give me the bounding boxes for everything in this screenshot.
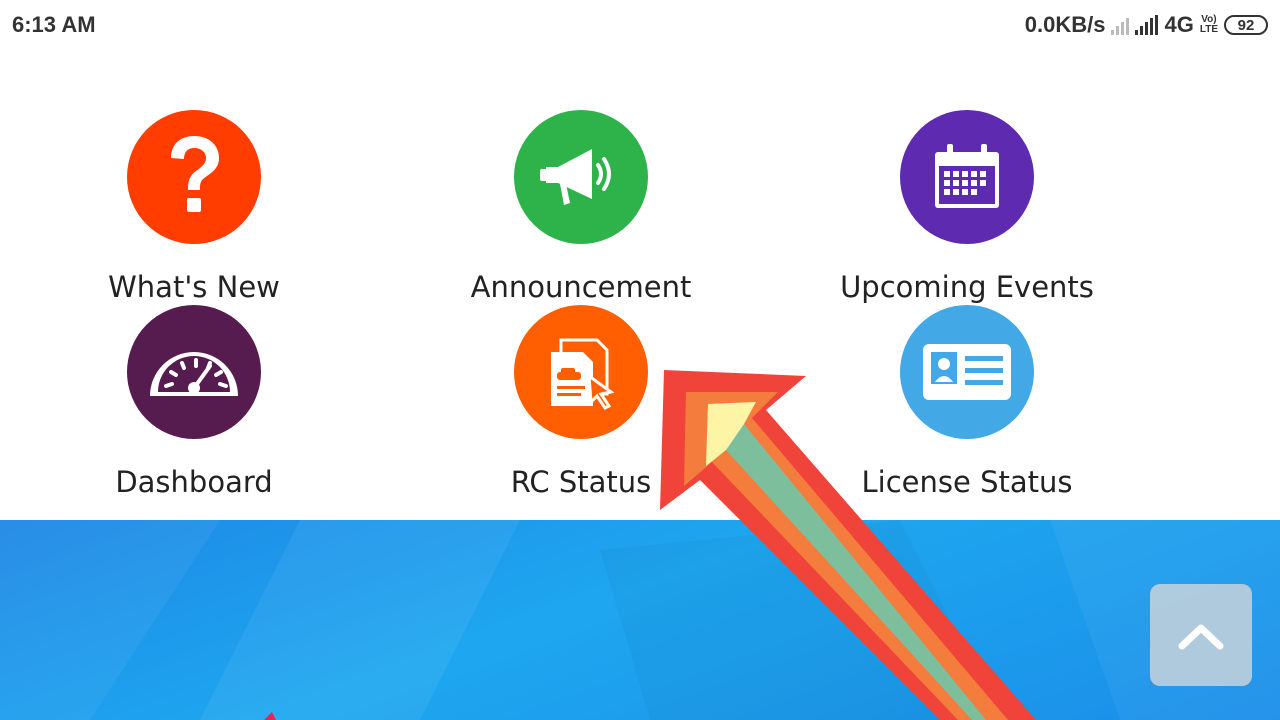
question-icon bbox=[127, 110, 261, 244]
menu-label: Upcoming Events bbox=[840, 270, 1094, 304]
speedometer-icon bbox=[127, 305, 261, 439]
status-time: 6:13 AM bbox=[12, 12, 96, 37]
menu-label: RC Status bbox=[510, 465, 652, 499]
chevron-up-icon bbox=[1178, 624, 1224, 650]
network-speed: 0.0KB/s bbox=[1024, 12, 1106, 37]
id-card-icon bbox=[900, 305, 1034, 439]
rc-document-icon bbox=[514, 305, 648, 439]
menu-item-announcement[interactable]: Announcement bbox=[431, 110, 731, 304]
banner bbox=[0, 520, 1280, 720]
menu-label: Announcement bbox=[470, 270, 692, 304]
network-type: 4G bbox=[1164, 12, 1194, 37]
battery-level: 92 bbox=[1237, 16, 1255, 34]
signal-sim2-icon bbox=[1111, 15, 1130, 35]
menu-label: License Status bbox=[861, 465, 1073, 499]
menu-label: What's New bbox=[108, 270, 280, 304]
status-indicators: 0.0KB/s 4G Vo) LTE 92 bbox=[1025, 12, 1268, 38]
megaphone-icon bbox=[514, 110, 648, 244]
calendar-icon bbox=[900, 110, 1034, 244]
scroll-to-top-button[interactable] bbox=[1150, 584, 1252, 686]
battery-icon: 92 bbox=[1224, 15, 1268, 35]
volte-icon: Vo) LTE bbox=[1200, 15, 1218, 35]
menu-item-dashboard[interactable]: Dashboard bbox=[44, 305, 344, 499]
menu-label: Dashboard bbox=[115, 465, 273, 499]
menu-item-license-status[interactable]: License Status bbox=[817, 305, 1117, 499]
volte-bottom-label: LTE bbox=[1199, 24, 1218, 35]
signal-sim1-icon bbox=[1135, 15, 1159, 35]
menu-item-rc-status[interactable]: RC Status bbox=[431, 305, 731, 499]
menu-item-whats-new[interactable]: What's New bbox=[44, 110, 344, 304]
status-bar: 6:13 AM 0.0KB/s 4G Vo) LTE 92 bbox=[0, 0, 1280, 52]
banner-pattern bbox=[0, 520, 1280, 720]
menu-item-upcoming-events[interactable]: Upcoming Events bbox=[817, 110, 1117, 304]
